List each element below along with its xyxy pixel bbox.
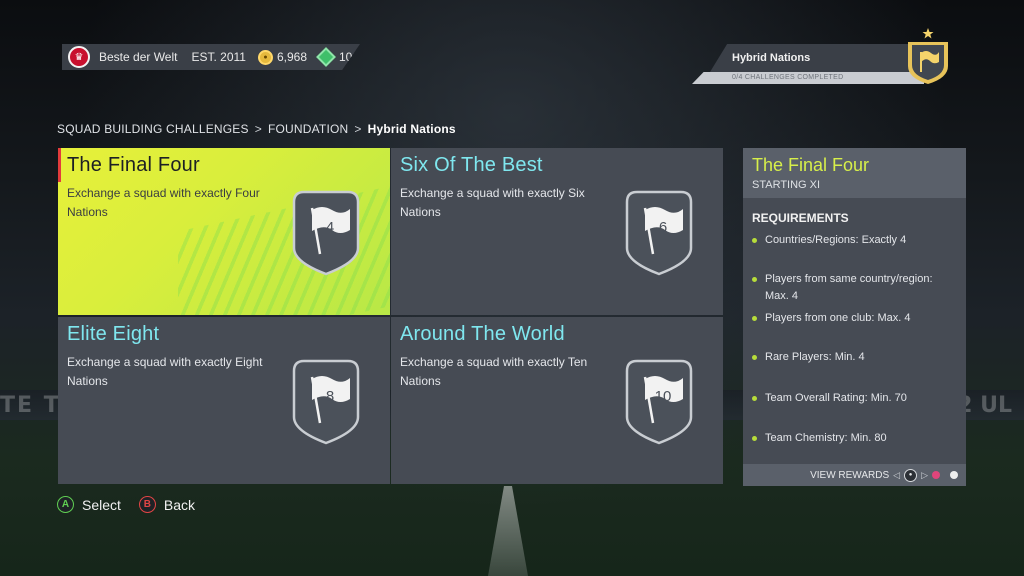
challenge-title: Six Of The Best — [400, 154, 543, 176]
challenge-title: Around The World — [400, 323, 565, 345]
bullet-icon — [752, 355, 757, 360]
panel-title: The Final Four — [752, 155, 870, 175]
breadcrumb: SQUAD BUILDING CHALLENGES > FOUNDATION >… — [57, 122, 456, 136]
flag-badge-icon: 8 — [292, 359, 360, 445]
coin-icon: ● — [257, 49, 273, 65]
challenge-tile-final-four[interactable]: The Final Four Exchange a squad with exa… — [58, 148, 390, 315]
requirement-item: Countries/Regions: Exactly 4 — [752, 232, 957, 249]
requirement-text: Team Overall Rating: Min. 70 — [765, 392, 907, 404]
requirements-heading: REQUIREMENTS — [752, 211, 849, 225]
badge-number: 8 — [326, 388, 334, 405]
requirement-item: Team Chemistry: Min. 80 — [752, 430, 957, 447]
flag-badge-icon: 4 — [292, 190, 360, 276]
left-stick-icon: ● — [904, 468, 918, 482]
challenge-title: Elite Eight — [67, 323, 160, 345]
challenge-description: Exchange a squad with exactly Six Nation… — [400, 186, 585, 219]
club-established: EST. 2011 — [191, 50, 246, 64]
requirement-text: Players from same country/region: Max. 4 — [765, 273, 933, 302]
challenge-tile-around-the-world[interactable]: Around The World Exchange a squad with e… — [391, 317, 723, 484]
bullet-icon — [752, 277, 757, 282]
points-balance: 100 — [339, 50, 360, 64]
panel-footer: VIEW REWARDS ◁ ● ▷ — [743, 464, 966, 486]
club-name: Beste der Welt — [99, 50, 178, 64]
breadcrumb-separator: > — [354, 122, 362, 136]
sbc-status-box: Hybrid Nations 0/4 CHALLENGES COMPLETED — [692, 44, 924, 84]
bullet-icon — [752, 436, 757, 441]
requirement-text: Team Chemistry: Min. 80 — [765, 432, 887, 444]
bullet-icon — [752, 316, 757, 321]
club-crest-icon: ♛ — [68, 46, 90, 68]
requirement-text: Players from one club: Max. 4 — [765, 312, 911, 324]
requirement-text: Rare Players: Min. 4 — [765, 351, 865, 363]
chevron-right-icon: ▷ — [921, 469, 928, 480]
badge-number: 10 — [655, 388, 672, 405]
challenge-description: Exchange a squad with exactly Eight Nati… — [67, 355, 263, 388]
challenge-description: Exchange a squad with exactly Ten Nation… — [400, 355, 588, 388]
view-rewards-button[interactable]: VIEW REWARDS — [810, 470, 889, 481]
challenge-tile-elite-eight[interactable]: Elite Eight Exchange a squad with exactl… — [58, 317, 390, 484]
challenge-title: The Final Four — [67, 154, 200, 176]
chevron-left-icon: ◁ — [893, 469, 901, 480]
points-icon — [316, 47, 336, 67]
panel-subtitle: STARTING XI — [752, 179, 821, 191]
breadcrumb-item-foundation[interactable]: FOUNDATION — [268, 122, 348, 136]
requirement-item: Players from same country/region: Max. 4 — [752, 271, 957, 305]
controller-hints: A Select B Back — [57, 496, 195, 513]
panel-header: The Final Four STARTING XI — [743, 148, 966, 198]
challenge-detail-panel: The Final Four STARTING XI REQUIREMENTS … — [743, 148, 966, 486]
breadcrumb-item-current: Hybrid Nations — [367, 122, 456, 136]
challenge-description: Exchange a squad with exactly Four Natio… — [67, 186, 260, 219]
pitch-line — [488, 486, 528, 576]
requirement-text: Countries/Regions: Exactly 4 — [765, 234, 907, 246]
sbc-progress-text: 0/4 CHALLENGES COMPLETED — [692, 72, 924, 84]
sbc-set-title: Hybrid Nations — [710, 44, 924, 72]
select-hint[interactable]: Select — [82, 497, 121, 513]
a-button-icon: A — [57, 496, 74, 513]
requirement-item: Team Overall Rating: Min. 70 — [752, 390, 957, 407]
back-hint[interactable]: Back — [164, 497, 195, 513]
b-button-icon: B — [138, 496, 156, 513]
breadcrumb-separator: > — [254, 122, 262, 136]
bullet-icon — [752, 238, 757, 243]
breadcrumb-item-sbc[interactable]: SQUAD BUILDING CHALLENGES — [57, 122, 249, 136]
challenge-tile-six-of-the-best[interactable]: Six Of The Best Exchange a squad with ex… — [391, 148, 723, 315]
bullet-icon — [752, 396, 757, 401]
coin-balance: 6,968 — [276, 50, 307, 64]
flag-badge-icon: 10 — [625, 359, 693, 445]
requirement-item: Players from one club: Max. 4 — [752, 310, 957, 327]
badge-number: 4 — [326, 219, 334, 236]
club-info-bar: ♛ Beste der Welt EST. 2011 ● 6,968 100 — [62, 44, 360, 70]
requirement-item: Rare Players: Min. 4 — [752, 349, 957, 366]
badge-number: 6 — [659, 219, 667, 236]
page-dot[interactable] — [950, 471, 958, 479]
trophy-flag-icon — [908, 28, 948, 84]
page-dot-active[interactable] — [932, 471, 940, 479]
flag-badge-icon: 6 — [625, 190, 693, 276]
